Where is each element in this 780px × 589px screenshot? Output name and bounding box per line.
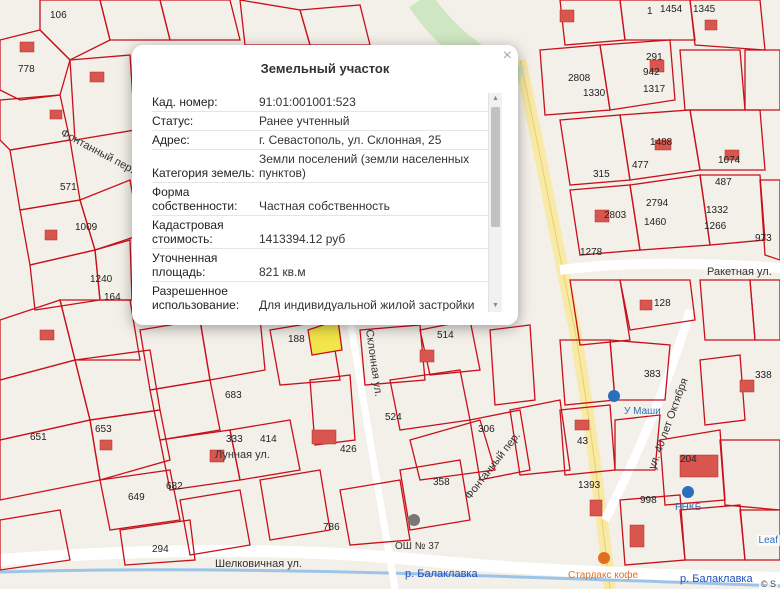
svg-text:1393: 1393 [578,480,601,491]
svg-text:1240: 1240 [90,274,113,285]
poi-label: У Маши [624,406,661,417]
svg-text:477: 477 [632,160,649,171]
field-label: Уточненная площадь: [152,251,218,279]
svg-text:2794: 2794 [646,198,669,209]
field-value: Земли поселений (земли населенных пункто… [259,152,470,180]
field-label: Разрешенное использование: [152,284,240,311]
svg-text:571: 571 [60,182,77,193]
svg-text:682: 682 [166,481,183,492]
land-plot-popup: Земельный участок × Кад. номер: 91:01:00… [132,45,518,325]
svg-text:1488: 1488 [650,137,673,148]
field-value: 91:01:001001:523 [259,95,356,109]
scroll-up-icon[interactable]: ▲ [489,93,502,105]
field-land-category: Категория земель: Земли поселений (земли… [152,150,500,183]
field-label: Кадастровая стоимость: [152,218,224,246]
svg-text:43: 43 [577,436,589,447]
svg-text:1009: 1009 [75,222,98,233]
svg-text:1266: 1266 [704,221,727,232]
svg-text:778: 778 [18,64,35,75]
svg-text:164: 164 [104,292,121,303]
svg-text:1332: 1332 [706,205,729,216]
field-value: Ранее учтенный [259,114,350,128]
svg-text:338: 338 [755,370,772,381]
field-cadastral-number: Кад. номер: 91:01:001001:523 [152,93,500,112]
poi-label: Стардакс кофе [568,569,639,581]
leaflet-link[interactable]: Leaf [756,535,780,546]
svg-text:649: 649 [128,492,145,503]
svg-text:294: 294 [152,544,169,555]
svg-text:1460: 1460 [644,217,667,228]
svg-text:683: 683 [225,390,242,401]
bank-icon [682,486,694,498]
school-icon [408,514,420,526]
svg-text:2808: 2808 [568,73,591,84]
field-cadastral-value: Кадастровая стоимость: 1413394.12 руб [152,216,500,249]
svg-text:106: 106 [50,10,67,21]
svg-text:358: 358 [433,477,450,488]
svg-text:1330: 1330 [583,88,606,99]
river-label: р. Балаклавка [405,568,478,580]
svg-text:1074: 1074 [718,155,741,166]
svg-text:333: 333 [226,434,243,445]
svg-text:1345: 1345 [693,4,716,15]
field-value: г. Севастополь, ул. Склонная, 25 [259,133,442,147]
field-value: 821 кв.м [259,265,306,279]
svg-text:487: 487 [715,177,732,188]
field-label: Адрес: [152,133,190,147]
field-ownership: Форма собственности: Частная собственнос… [152,183,500,216]
scrollbar-thumb[interactable] [491,107,500,227]
street-label: Фонтанный пер. [463,430,523,502]
cafe-icon [598,552,610,564]
field-value: 1413394.12 руб [259,232,346,246]
svg-text:998: 998 [640,495,657,506]
svg-text:786: 786 [323,522,340,533]
popup-title: Земельный участок [260,61,390,76]
field-permitted-use: Разрешенное использование: Для индивидуа… [152,282,500,311]
popup-fields: Кад. номер: 91:01:001001:523 Статус: Ран… [152,93,500,311]
svg-text:1454: 1454 [660,4,683,15]
field-value: Частная собственность [259,199,390,213]
field-status: Статус: Ранее учтенный [152,112,500,131]
poi-label: РНКБ [675,502,702,513]
svg-text:414: 414 [260,434,277,445]
scroll-down-icon[interactable]: ▼ [489,300,502,312]
field-label: Статус: [152,114,194,128]
popup-scrollbar[interactable]: ▲ ▼ [488,93,502,312]
shop-icon [608,390,620,402]
svg-text:942: 942 [643,67,660,78]
svg-text:524: 524 [385,412,402,423]
svg-text:128: 128 [654,298,671,309]
svg-text:1278: 1278 [580,247,603,258]
svg-text:653: 653 [95,424,112,435]
svg-text:514: 514 [437,330,454,341]
close-icon[interactable]: × [503,48,512,64]
svg-text:2803: 2803 [604,210,627,221]
svg-text:291: 291 [646,52,663,63]
svg-text:973: 973 [755,233,772,244]
river-label: р. Балаклавка [680,573,753,585]
street-label: Склонная ул. [363,329,384,398]
street-label: Фонтанный пер. [59,127,137,176]
svg-text:315: 315 [593,169,610,180]
field-label: Форма собственности: [152,185,238,213]
field-address: Адрес: г. Севастополь, ул. Склонная, 25 [152,131,500,150]
svg-text:1317: 1317 [643,84,666,95]
svg-text:306: 306 [478,424,495,435]
svg-text:651: 651 [30,432,47,443]
street-label: Лунная ул. [215,449,270,461]
svg-text:204: 204 [680,454,697,465]
svg-text:426: 426 [340,444,357,455]
svg-text:383: 383 [644,369,661,380]
map-attribution[interactable]: © S [758,579,778,589]
street-label: Ракетная ул. [707,266,772,278]
street-label: Шелковичная ул. [215,558,302,570]
field-value: Для индивидуальной жилой застройки [259,298,475,311]
field-area: Уточненная площадь: 821 кв.м [152,249,500,282]
field-label: Категория земель: [152,166,255,180]
svg-text:1: 1 [647,6,653,17]
poi-label: ОШ № 37 [395,541,440,552]
svg-text:188: 188 [288,334,305,345]
field-label: Кад. номер: [152,95,218,109]
